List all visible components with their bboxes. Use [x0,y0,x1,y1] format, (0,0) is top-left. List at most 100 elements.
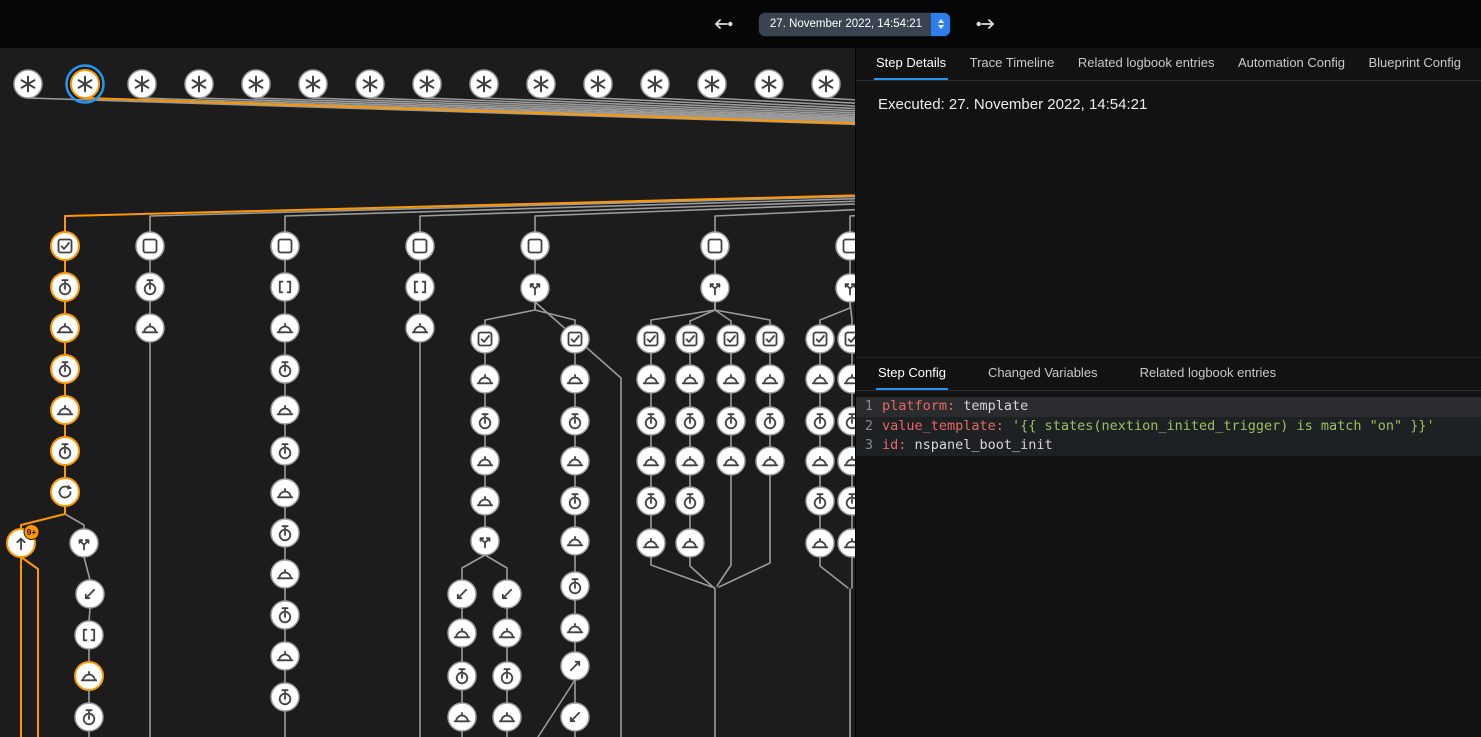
graph-node-brackets[interactable] [75,621,103,649]
graph-node-timer[interactable] [271,519,299,547]
tab-blueprint-config[interactable]: Blueprint Config [1366,48,1463,80]
graph-node-timer[interactable] [448,662,476,690]
graph-node-split[interactable] [70,529,98,557]
graph-node-timer[interactable] [756,407,784,435]
graph-node-service[interactable] [493,619,521,647]
graph-node-trigger[interactable] [470,70,498,98]
tab-related-logbook-entries[interactable]: Related logbook entries [1076,48,1217,80]
graph-node-service[interactable] [838,365,855,393]
next-run-button[interactable] [974,12,998,36]
graph-node-timer[interactable] [271,683,299,711]
graph-node-service[interactable] [637,529,665,557]
graph-node-trigger[interactable] [128,70,156,98]
graph-node-service[interactable] [756,365,784,393]
tab-automation-config[interactable]: Automation Config [1236,48,1347,80]
graph-node-service[interactable] [806,365,834,393]
graph-node-timer[interactable] [271,437,299,465]
graph-node-timer[interactable] [51,437,79,465]
graph-node-service[interactable] [838,447,855,475]
graph-node-timer[interactable] [561,572,589,600]
graph-node-timer[interactable] [561,407,589,435]
graph-node-trigger[interactable] [584,70,612,98]
graph-node-service[interactable] [51,314,79,342]
graph-node-timer[interactable] [637,407,665,435]
graph-node-square[interactable] [836,232,855,260]
graph-node-service[interactable] [271,642,299,670]
graph-node-service[interactable] [717,365,745,393]
graph-node-service[interactable] [75,662,103,690]
graph-node-condition[interactable] [838,325,855,353]
graph-node-split[interactable] [471,527,499,555]
graph-node-timer[interactable] [136,273,164,301]
graph-node-trigger[interactable] [242,70,270,98]
graph-node-trigger[interactable] [67,66,104,103]
graph-node-trigger[interactable] [356,70,384,98]
graph-node-arrow-bl[interactable] [76,580,104,608]
graph-node-service[interactable] [561,614,589,642]
graph-node-service[interactable] [51,396,79,424]
graph-node-service[interactable] [271,560,299,588]
graph-node-service[interactable] [676,365,704,393]
graph-node-trigger[interactable] [527,70,555,98]
graph-node-condition[interactable] [676,325,704,353]
graph-node-service[interactable] [471,487,499,515]
run-select[interactable]: 27. November 2022, 14:54:21 [759,13,950,36]
tab-related-logbook-entries[interactable]: Related logbook entries [1138,358,1279,390]
graph-node-choose[interactable] [836,274,855,302]
graph-node-service[interactable] [471,365,499,393]
graph-node-timer[interactable] [271,355,299,383]
graph-node-brackets[interactable] [406,273,434,301]
graph-node-arrow-bl[interactable] [448,580,476,608]
graph-node-trigger[interactable] [812,70,840,98]
tab-changed-variables[interactable]: Changed Variables [986,358,1100,390]
graph-node-trigger[interactable] [14,70,42,98]
graph-node-choose[interactable] [521,274,549,302]
graph-node-service[interactable] [561,365,589,393]
graph-node-condition[interactable] [717,325,745,353]
graph-node-service[interactable] [406,314,434,342]
step-config-code[interactable]: 1platform: template2value_template: '{{ … [856,397,1481,456]
graph-node-timer[interactable] [806,487,834,515]
graph-node-service[interactable] [448,703,476,731]
graph-node-trigger[interactable] [413,70,441,98]
previous-run-button[interactable] [711,12,735,36]
graph-node-choose[interactable] [701,274,729,302]
graph-node-service[interactable] [448,619,476,647]
graph-node-timer[interactable] [838,407,855,435]
graph-node-service[interactable] [717,447,745,475]
graph-node-arrow-bl[interactable] [561,703,589,731]
graph-node-trigger[interactable] [185,70,213,98]
trace-graph-pane[interactable]: 9+ [0,48,855,737]
graph-node-repeat[interactable] [51,478,79,506]
graph-node-square[interactable] [136,232,164,260]
graph-node-square[interactable] [406,232,434,260]
graph-node-trigger[interactable] [755,70,783,98]
graph-node-square[interactable] [701,232,729,260]
graph-node-timer[interactable] [493,662,521,690]
graph-node-brackets[interactable] [271,273,299,301]
graph-node-square[interactable] [521,232,549,260]
graph-node-service[interactable] [637,447,665,475]
graph-node-timer[interactable] [838,487,855,515]
graph-node-timer[interactable] [75,703,103,731]
graph-node-service[interactable] [756,447,784,475]
graph-node-service[interactable] [561,447,589,475]
graph-node-arrow-bl[interactable] [493,580,521,608]
graph-node-condition[interactable] [756,325,784,353]
graph-node-timer[interactable] [676,407,704,435]
graph-node-service[interactable] [806,529,834,557]
graph-node-condition[interactable] [51,232,79,260]
graph-node-service[interactable] [676,529,704,557]
graph-node-square[interactable] [271,232,299,260]
graph-node-arrow-ne[interactable] [561,652,589,680]
graph-node-service[interactable] [271,479,299,507]
tab-step-details[interactable]: Step Details [874,48,948,80]
graph-node-service[interactable] [493,703,521,731]
graph-node-timer[interactable] [271,601,299,629]
graph-node-service[interactable] [271,396,299,424]
graph-node-timer[interactable] [51,273,79,301]
tab-trace-timeline[interactable]: Trace Timeline [968,48,1057,80]
graph-node-arrow-up[interactable]: 9+ [7,525,39,558]
graph-node-service[interactable] [561,527,589,555]
graph-node-timer[interactable] [51,355,79,383]
